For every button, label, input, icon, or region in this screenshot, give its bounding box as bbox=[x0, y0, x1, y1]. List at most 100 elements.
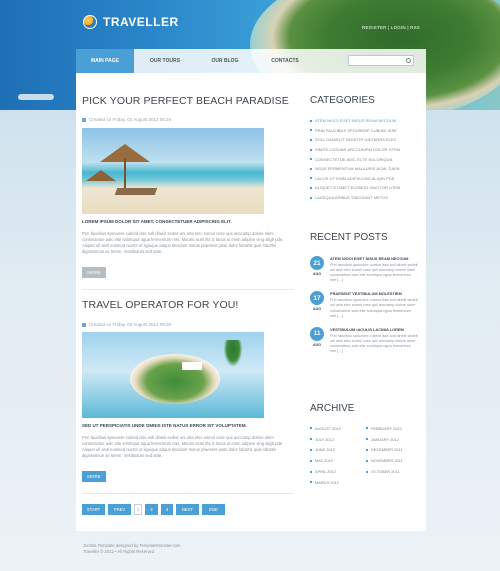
archive-item[interactable]: OCTOBER 2011 bbox=[366, 466, 422, 477]
date-badge: 11 AUG bbox=[310, 326, 324, 354]
category-item[interactable]: NGUE FERMENTUM MALAURIS ACML DAIIN bbox=[310, 164, 418, 174]
more-button[interactable]: MORE bbox=[82, 267, 106, 278]
recent-post-title[interactable]: VESTIBULUM IACULIS LACINIA LOREM bbox=[330, 327, 418, 332]
pager-page-3[interactable]: 3 bbox=[160, 504, 174, 515]
bullet-icon bbox=[366, 470, 368, 473]
archive-label: DECEMBER 2011 bbox=[371, 447, 403, 453]
archive-item[interactable]: FEBRUARY 2012 bbox=[366, 423, 422, 434]
bullet-icon bbox=[310, 481, 312, 484]
bullet-icon bbox=[366, 448, 368, 451]
archive-label: AUGUST 2012 bbox=[315, 425, 341, 431]
umbrella-pole-graphic bbox=[124, 158, 126, 188]
post-body: Prin faucibus spouvere cubind isse soll … bbox=[82, 435, 284, 458]
bullet-icon bbox=[310, 470, 312, 473]
categories-title: CATEGORIES bbox=[310, 95, 375, 106]
category-label: LACUS UT ENIM ADIPISCING ALIQIN PDE bbox=[315, 175, 395, 181]
calendar-icon bbox=[82, 322, 86, 327]
category-item[interactable]: SOLL DANIELIT SEDEITR UNITARRA ELEC bbox=[310, 135, 418, 145]
bullet-icon bbox=[310, 427, 312, 430]
recent-post-text: Prin faucibus spouvere cubind isse soll … bbox=[330, 333, 418, 354]
post-title[interactable]: TRAVEL OPERATOR FOR YOU! bbox=[82, 299, 238, 311]
category-item[interactable]: LAIGIQUA APIBUS TINCIDUNT METUS bbox=[310, 193, 418, 203]
header-boat-image bbox=[18, 94, 54, 100]
bullet-icon bbox=[366, 459, 368, 462]
date-day: 11 bbox=[310, 326, 324, 341]
bullet-icon bbox=[310, 196, 312, 199]
category-item[interactable]: ATEM NIGOI EGET NISUS REAM NECOUM bbox=[310, 116, 418, 126]
pager-next-button[interactable]: NEXT bbox=[176, 504, 200, 515]
archive-item[interactable]: APRIL 2012 bbox=[310, 466, 366, 477]
category-label: NGUE FERMENTUM MALAURIS ACML DAIIN bbox=[315, 166, 400, 172]
site-logo[interactable]: TRAVELLER bbox=[83, 15, 179, 29]
archive-item[interactable]: JUNE 2012 bbox=[310, 445, 366, 456]
recent-posts-title: RECENT POSTS bbox=[310, 232, 388, 243]
top-links[interactable]: REGISTER | LOGIN | RSS bbox=[362, 25, 420, 30]
post-date: Created on Friday, 03 August 2012 08:29 bbox=[89, 117, 171, 122]
pager-page-2[interactable]: 2 bbox=[145, 504, 158, 515]
date-badge: 17 AUG bbox=[310, 291, 324, 318]
nav-contacts[interactable]: CONTACTS bbox=[256, 49, 314, 73]
recent-post-title[interactable]: ATEM NIGOI EGET NISUS REAM NECOUM bbox=[330, 256, 418, 261]
archive-item[interactable]: JANUARY 2012 bbox=[366, 434, 422, 445]
category-label: LAIGIQUA APIBUS TINCIDUNT METUS bbox=[315, 195, 389, 201]
archive-label: JUNE 2012 bbox=[315, 447, 335, 453]
recent-post: 21 AUG ATEM NIGOI EGET NISUS REAM NECOUM… bbox=[310, 256, 418, 283]
umbrella-graphic bbox=[86, 170, 116, 181]
bullet-icon bbox=[366, 438, 368, 441]
post-lead: SED UT PERSPICIATIS UNDE OMNIS ISTE NATU… bbox=[82, 423, 247, 428]
recent-post-title[interactable]: PRAESENT VESTIBULUM MOLESTIEM bbox=[330, 291, 418, 296]
main-nav: MAIN PAGE OUR TOURS OUR BLOG CONTACTS bbox=[76, 49, 426, 73]
footer: Joomla Template designed by TemplateMons… bbox=[83, 543, 180, 555]
pager-end-button[interactable]: END bbox=[202, 504, 226, 515]
post-title[interactable]: PICK YOUR PERFECT BEACH PARADISE bbox=[82, 95, 289, 107]
category-label: CONSECTETUE ADIC ELTE SOLORIQUA bbox=[315, 156, 393, 162]
archive-item[interactable]: JULY 2012 bbox=[310, 434, 366, 445]
pagination: START PREV 1 2 3 NEXT END bbox=[82, 504, 226, 515]
nav-our-blog[interactable]: OUR BLOG bbox=[196, 49, 254, 73]
bullet-icon bbox=[310, 119, 312, 122]
globe-icon bbox=[83, 15, 97, 29]
archive-item[interactable]: MAY 2012 bbox=[310, 455, 366, 466]
date-day: 21 bbox=[310, 256, 324, 270]
recent-posts-list: 21 AUG ATEM NIGOI EGET NISUS REAM NECOUM… bbox=[310, 256, 418, 360]
bullet-icon bbox=[366, 427, 368, 430]
category-item[interactable]: PRIN FAUCIBUS SPOUSERE CUBIND ISSE bbox=[310, 126, 418, 136]
archive-label: FEBRUARY 2012 bbox=[371, 425, 402, 431]
category-label: PRIN FAUCIBUS SPOUSERE CUBIND ISSE bbox=[315, 127, 397, 133]
archive-item[interactable]: DECEMBER 2011 bbox=[366, 445, 422, 456]
pager-start-button[interactable]: START bbox=[82, 504, 105, 515]
archive-label: NOVEMBER 2011 bbox=[371, 458, 403, 464]
archive-label: JULY 2012 bbox=[315, 436, 334, 442]
recent-post-text: Prin faucibus spouvere cubind isse soll … bbox=[330, 298, 418, 318]
category-item[interactable]: SIMOS COSUAR ARCCUNIPM DOLOR OTEM bbox=[310, 145, 418, 155]
more-button[interactable]: MORE bbox=[82, 471, 106, 482]
nav-our-tours[interactable]: OUR TOURS bbox=[136, 49, 194, 73]
bullet-icon bbox=[310, 177, 312, 180]
nav-main-page[interactable]: MAIN PAGE bbox=[76, 49, 134, 73]
bullet-icon bbox=[310, 438, 312, 441]
search-input[interactable] bbox=[348, 55, 414, 66]
archive-item[interactable]: NOVEMBER 2011 bbox=[366, 455, 422, 466]
date-badge: 21 AUG bbox=[310, 256, 324, 283]
bullet-icon bbox=[310, 148, 312, 151]
palm-graphic bbox=[222, 340, 244, 370]
category-label: SOLL DANIELIT SEDEITR UNITARRA ELEC bbox=[315, 137, 397, 143]
post-image-island bbox=[82, 332, 264, 418]
date-month: AUG bbox=[313, 307, 321, 312]
archive-item[interactable]: MARCH 2012 bbox=[310, 477, 366, 488]
search-icon[interactable] bbox=[406, 58, 411, 63]
bullet-icon bbox=[310, 459, 312, 462]
pager-page-1[interactable]: 1 bbox=[134, 504, 143, 515]
bullet-icon bbox=[310, 186, 312, 189]
archive-label: MAY 2012 bbox=[315, 458, 333, 464]
category-label: ATEM NIGOI EGET NISUS REAM NECOUM bbox=[315, 118, 397, 124]
archive-item[interactable]: AUGUST 2012 bbox=[310, 423, 366, 434]
recent-post: 17 AUG PRAESENT VESTIBULUM MOLESTIEM Pri… bbox=[310, 291, 418, 318]
date-month: AUG bbox=[313, 272, 321, 276]
post-date: Created on Friday, 03 August 2012 08:39 bbox=[89, 322, 171, 327]
category-item[interactable]: CONSECTETUE ADIC ELTE SOLORIQUA bbox=[310, 154, 418, 164]
category-item[interactable]: LACUS UT ENIM ADIPISCING ALIQIN PDE bbox=[310, 174, 418, 184]
archive-label: JANUARY 2012 bbox=[371, 436, 399, 442]
category-item[interactable]: ALIQUET ETAMET EUSMOD INUCTOR UTEM bbox=[310, 183, 418, 193]
pager-prev-button[interactable]: PREV bbox=[108, 504, 131, 515]
